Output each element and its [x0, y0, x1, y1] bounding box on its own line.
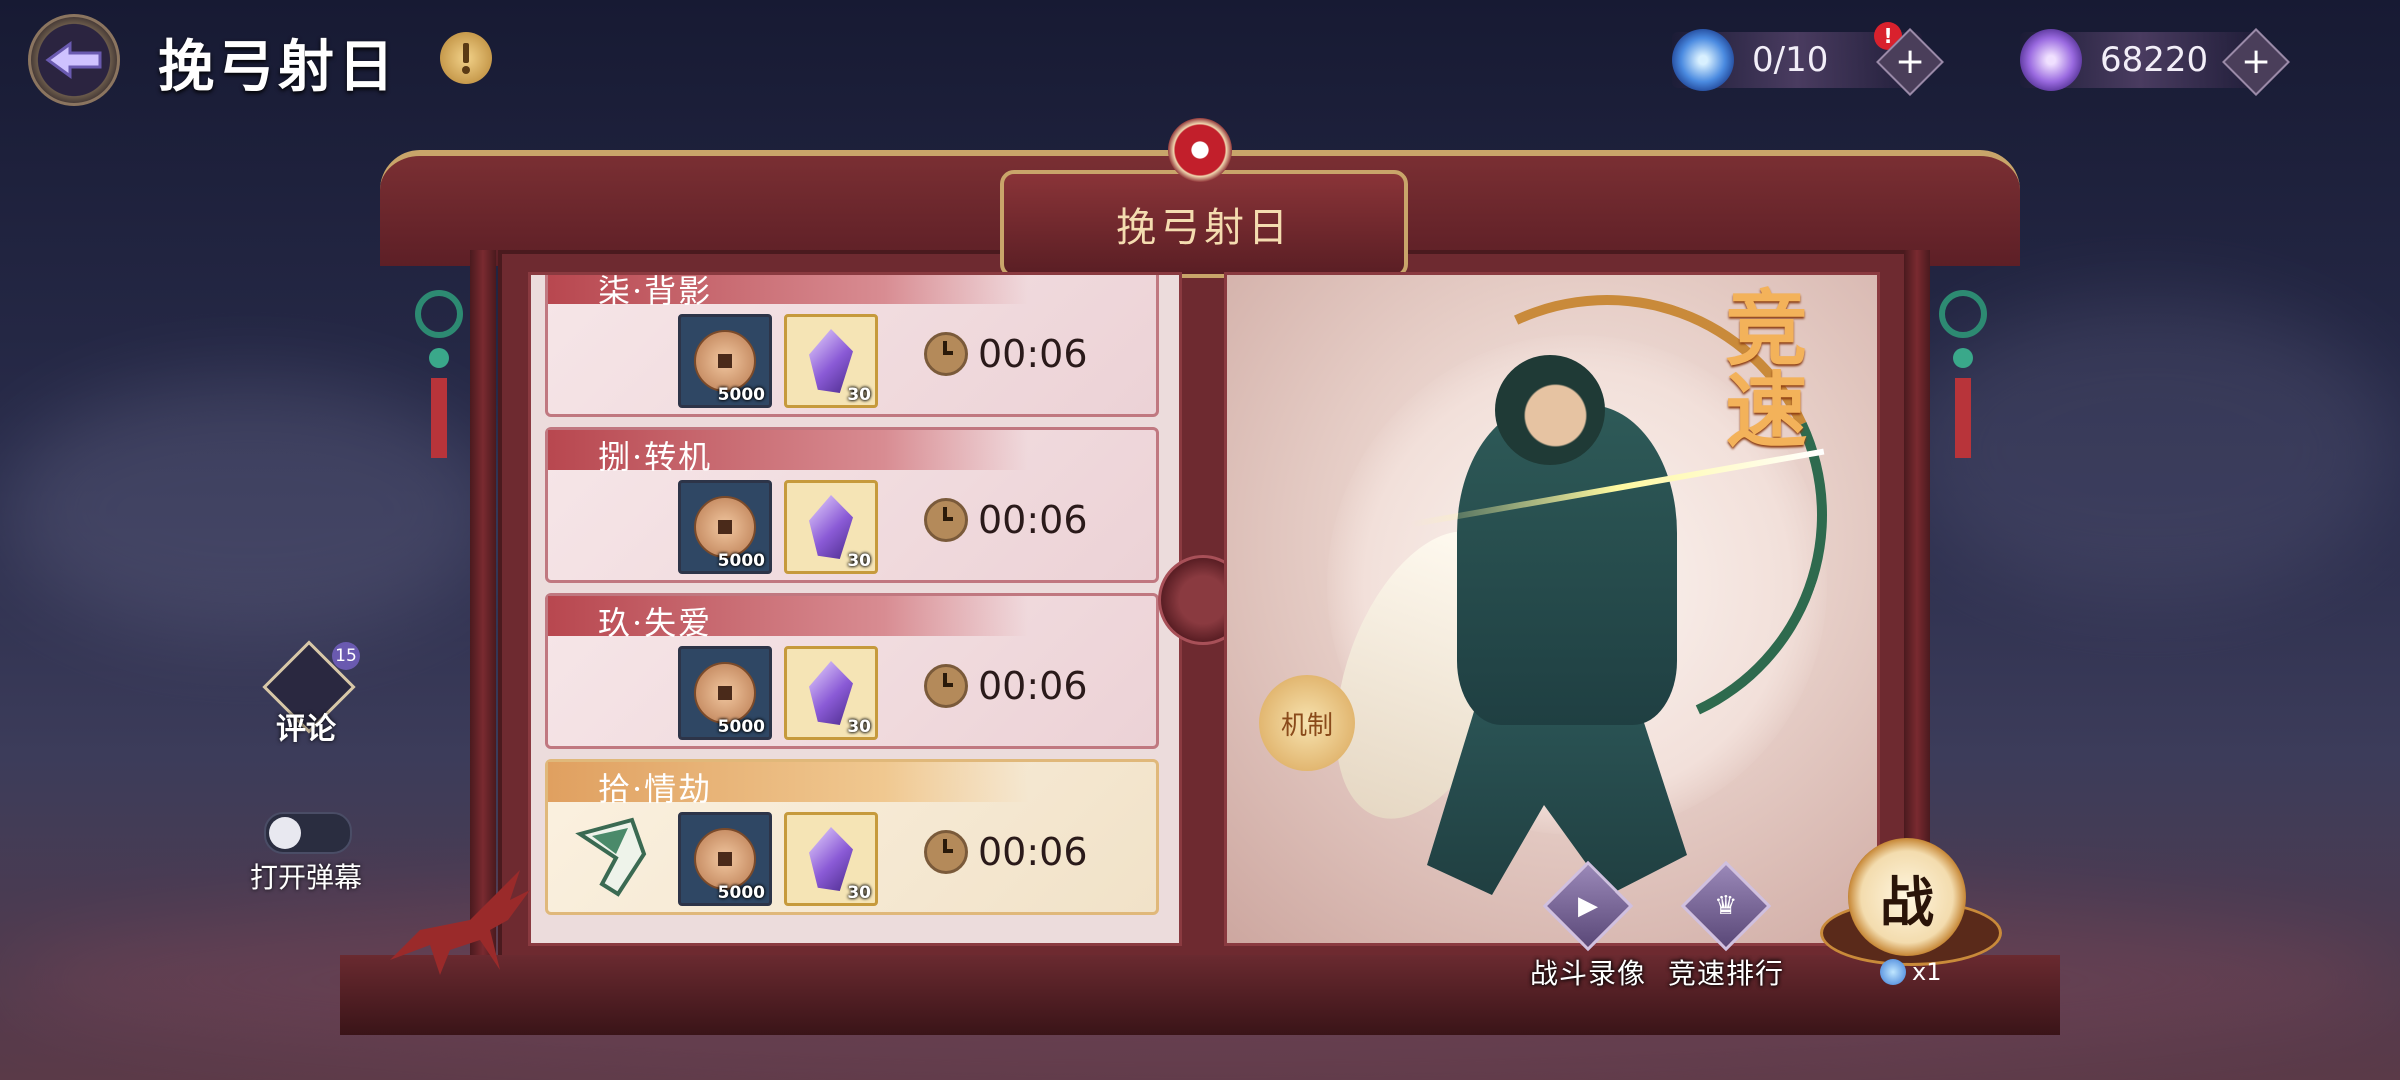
level-card[interactable]: 玖·失爱 5000 30 00:06: [545, 593, 1159, 749]
clock-icon: [924, 332, 968, 376]
reward-qty: 30: [847, 551, 871, 571]
level-list: 柒·背影 5000 30 00:06 捌·转机 5000 30 00:06 玖·…: [528, 272, 1182, 946]
comment-button[interactable]: 评论 15: [262, 640, 360, 747]
reward-slot[interactable]: 30: [784, 646, 878, 740]
emblem-icon: [1168, 118, 1232, 182]
character-showcase: 竞速 机制: [1224, 272, 1880, 946]
comment-label: 评论: [276, 712, 336, 747]
plus-icon: +: [2240, 40, 2272, 82]
level-timer: 00:06: [924, 332, 1088, 376]
stamina-orb-icon: [1880, 959, 1906, 985]
right-hanging-ornament: [1938, 290, 1988, 490]
reward-qty: 5000: [717, 717, 765, 737]
level-timer: 00:06: [924, 830, 1088, 874]
character-head: [1495, 355, 1605, 465]
level-name: 捌·转机: [598, 438, 713, 476]
stamina-orb-icon: [1672, 29, 1734, 91]
reward-slot[interactable]: 5000: [678, 314, 772, 408]
level-name: 拾·情劫: [598, 770, 713, 808]
race-ranking-button[interactable]: ♛ 竞速排行: [1668, 860, 1785, 992]
reward-slot[interactable]: 5000: [678, 812, 772, 906]
copper-coin-icon: [694, 662, 756, 724]
timer-value: 00:06: [978, 498, 1088, 542]
clock-icon: [924, 498, 968, 542]
copper-coin-icon: [694, 496, 756, 558]
battle-replay-label: 战斗录像: [1530, 957, 1647, 990]
reward-qty: 30: [847, 883, 871, 903]
page-title: 挽弓射日: [158, 34, 398, 100]
reward-qty: 5000: [717, 883, 765, 903]
danmaku-toggle[interactable]: [264, 812, 352, 854]
timer-value: 00:06: [978, 830, 1088, 874]
reward-slot[interactable]: 30: [784, 480, 878, 574]
crystal-value: 68220: [2100, 40, 2209, 80]
level-card-current[interactable]: 拾·情劫 5000 30 00:06: [545, 759, 1159, 915]
reward-slot[interactable]: 30: [784, 812, 878, 906]
pavilion-base: [340, 955, 2060, 1035]
fight-label: 战: [1880, 869, 1934, 934]
trophy-icon: ♛: [1680, 860, 1772, 952]
level-timer: 00:06: [924, 498, 1088, 542]
reward-qty: 5000: [717, 385, 765, 405]
timer-value: 00:06: [978, 332, 1088, 376]
comment-count-badge: 15: [332, 642, 360, 670]
fight-cost: x1: [1880, 958, 1941, 986]
purple-crystal-icon: [809, 661, 853, 725]
level-card[interactable]: 捌·转机 5000 30 00:06: [545, 427, 1159, 583]
timer-value: 00:06: [978, 664, 1088, 708]
deer-ornament-icon: [390, 870, 530, 975]
hint-button[interactable]: [440, 32, 492, 84]
fight-button[interactable]: 战: [1848, 838, 1966, 956]
danmaku-label: 打开弹幕: [250, 861, 363, 894]
race-ranking-label: 竞速排行: [1668, 957, 1785, 990]
plus-icon: +: [1894, 40, 1926, 82]
plaque-title: 挽弓射日: [1116, 205, 1292, 251]
clock-icon: [924, 664, 968, 708]
clock-icon: [924, 830, 968, 874]
stamina-value: 0/10: [1752, 40, 1829, 80]
reward-slot[interactable]: 5000: [678, 480, 772, 574]
purple-crystal-icon: [809, 329, 853, 393]
level-name: 柒·背影: [598, 272, 713, 310]
reward-slot[interactable]: 30: [784, 314, 878, 408]
left-hanging-ornament: [414, 290, 464, 490]
race-mode-text: 竞速: [1711, 285, 1807, 449]
level-card[interactable]: 柒·背影 5000 30 00:06: [545, 272, 1159, 417]
purple-crystal-icon: [809, 495, 853, 559]
purple-crystal-icon: [2020, 29, 2082, 91]
reward-qty: 30: [847, 717, 871, 737]
arrowhead-item-icon[interactable]: [572, 814, 652, 900]
purple-crystal-icon: [809, 827, 853, 891]
exclamation-icon: [462, 43, 470, 74]
video-camera-icon: ▶: [1542, 860, 1634, 952]
toggle-knob: [269, 817, 301, 849]
battle-replay-button[interactable]: ▶ 战斗录像: [1530, 860, 1647, 992]
back-button[interactable]: [28, 14, 120, 106]
fight-cost-value: x1: [1912, 958, 1942, 986]
mechanic-badge[interactable]: 机制: [1259, 675, 1355, 771]
level-name: 玖·失爱: [598, 604, 713, 642]
copper-coin-icon: [694, 330, 756, 392]
title-plaque: 挽弓射日: [1000, 170, 1408, 278]
level-timer: 00:06: [924, 664, 1088, 708]
back-arrow-icon: [45, 41, 102, 79]
reward-qty: 5000: [717, 551, 765, 571]
reward-qty: 30: [847, 385, 871, 405]
reward-slot[interactable]: 5000: [678, 646, 772, 740]
copper-coin-icon: [694, 828, 756, 890]
